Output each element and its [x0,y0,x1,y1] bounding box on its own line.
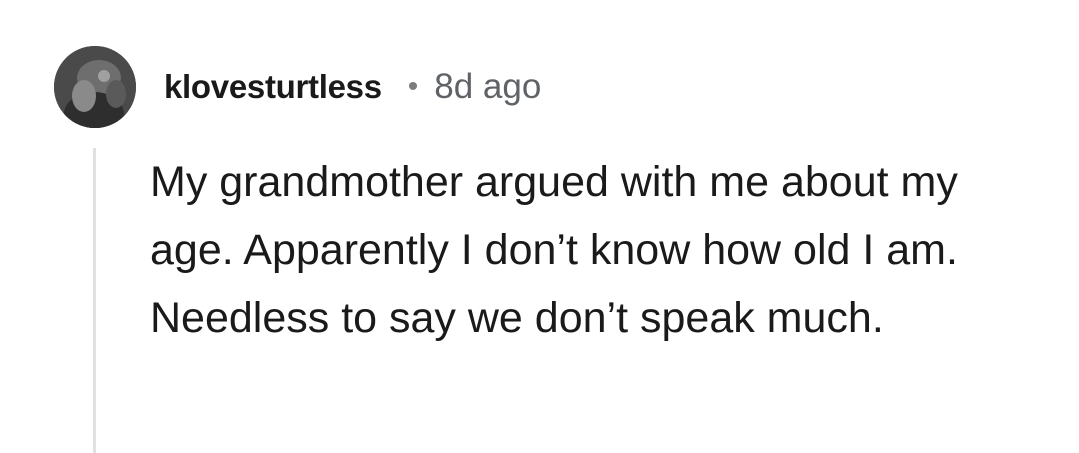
thread-collapse-line[interactable] [93,148,96,453]
comment-body: My grandmother argued with me about my a… [150,158,958,342]
user-avatar-icon [54,46,136,128]
user-avatar[interactable] [54,46,136,128]
comment-header: klovesturtless • 8d ago [164,62,541,112]
username-link[interactable]: klovesturtless [164,68,382,106]
timestamp: 8d ago [434,67,542,106]
separator-dot: • [407,70,419,103]
comment: klovesturtless • 8d ago My grandmother a… [0,0,1079,453]
